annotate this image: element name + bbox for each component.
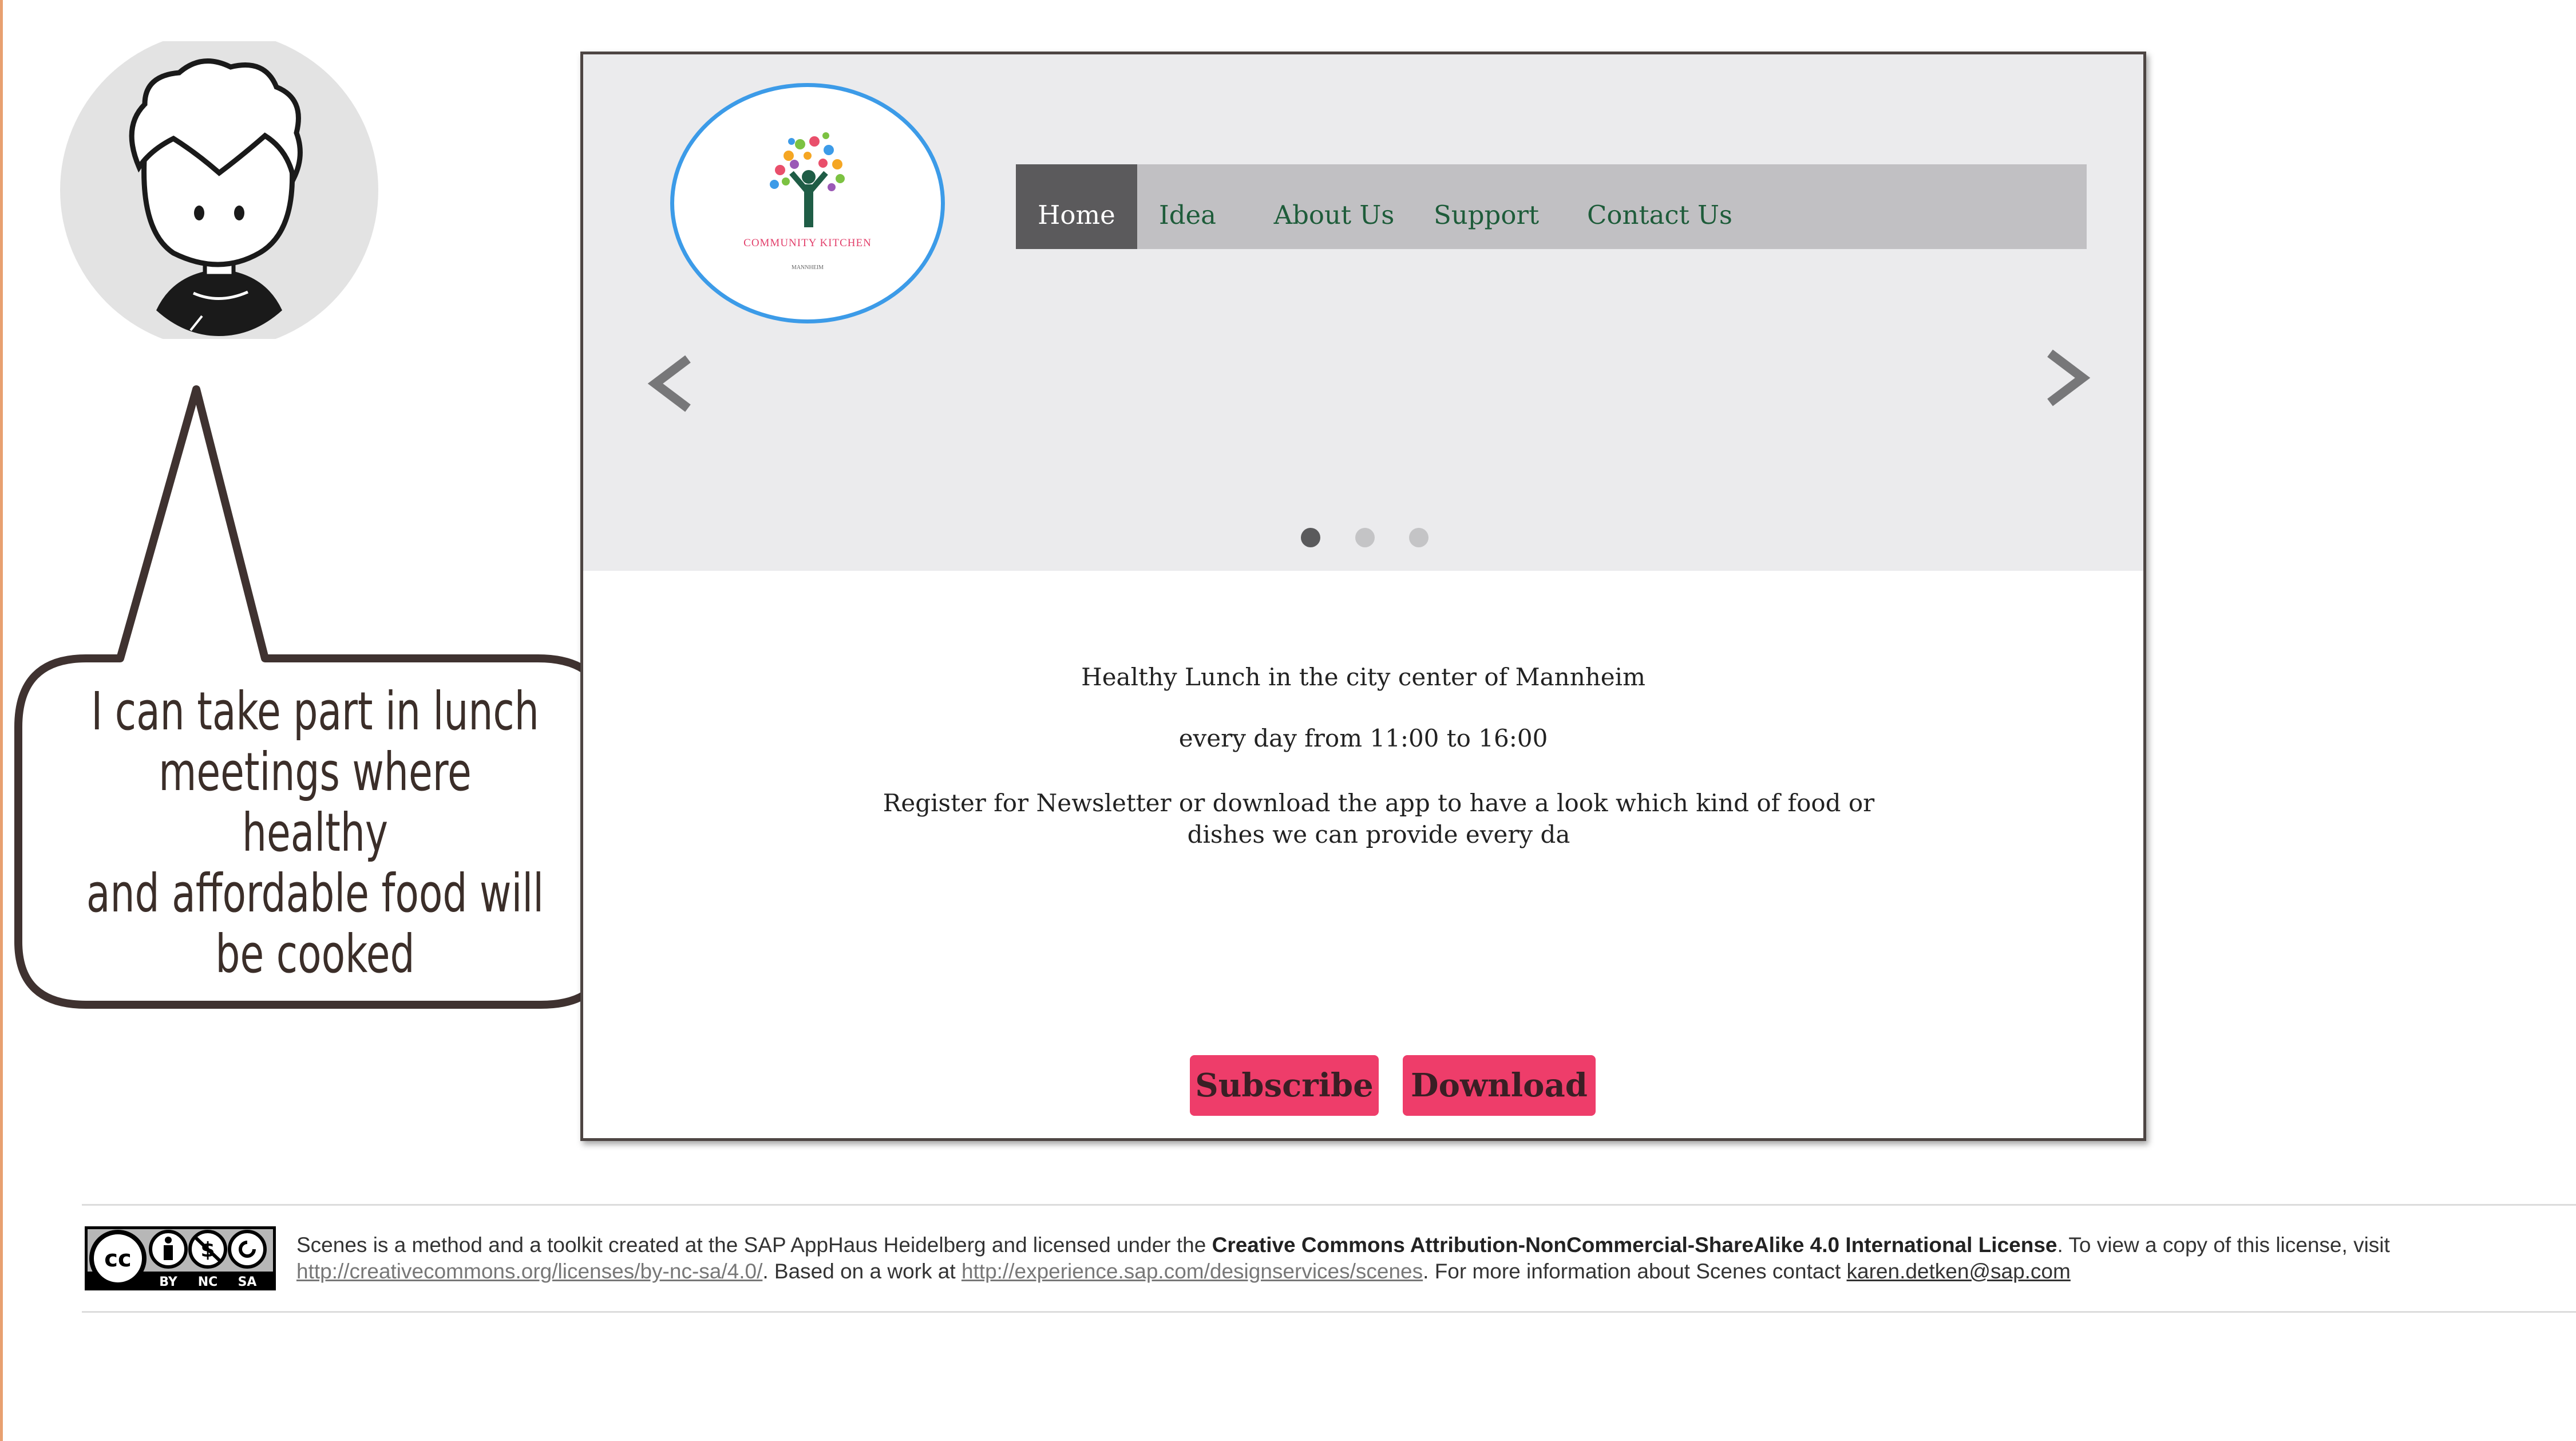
logo-caption: COMMUNITY KITCHEN: [743, 237, 872, 249]
subscribe-button[interactable]: Subscribe: [1190, 1055, 1379, 1116]
speech-bubble-text: I can take part in lunch meetings where …: [84, 681, 547, 985]
hero-carousel: COMMUNITY KITCHEN MANNHEIM Home Idea Abo…: [583, 54, 2143, 571]
license-notice: Scenes is a method and a toolkit created…: [296, 1232, 2517, 1285]
footer-divider-top: [82, 1204, 2576, 1206]
download-button[interactable]: Download: [1403, 1055, 1596, 1116]
footer-text: . To view a copy of this license, visit: [2057, 1233, 2390, 1257]
cc-badge-label: SA: [238, 1275, 257, 1289]
website-mockup: COMMUNITY KITCHEN MANNHEIM Home Idea Abo…: [580, 52, 2146, 1141]
bubble-line: and affordable food will: [86, 863, 544, 924]
footer-text: . Based on a work at: [762, 1260, 961, 1283]
cc-badge-label: BY: [159, 1275, 178, 1289]
chevron-left-icon[interactable]: [645, 352, 697, 415]
logo-subcaption: MANNHEIM: [791, 264, 824, 271]
main-nav: Home Idea About Us Support Contact Us: [1016, 164, 2087, 249]
carousel-dot-1[interactable]: [1301, 528, 1320, 547]
cc-badge-label: NC: [198, 1275, 218, 1289]
license-name: Creative Commons Attribution-NonCommerci…: [1212, 1233, 2057, 1257]
nav-item-about-us[interactable]: About Us: [1265, 164, 1403, 249]
carousel-dot-2[interactable]: [1355, 528, 1375, 547]
svg-text:cc: cc: [104, 1246, 131, 1272]
nav-item-contact-us[interactable]: Contact Us: [1580, 164, 1740, 249]
contact-email-link[interactable]: karen.detken@sap.com: [1847, 1260, 2071, 1283]
footer-text: . For more information about Scenes cont…: [1423, 1260, 1847, 1283]
bubble-line: be cooked: [215, 923, 415, 985]
tree-icon: [770, 132, 845, 227]
nav-item-support[interactable]: Support: [1429, 164, 1544, 249]
description-line: Register for Newsletter or download the …: [883, 789, 1875, 817]
work-link[interactable]: http://experience.sap.com/designservices…: [961, 1260, 1423, 1283]
carousel-dot-3[interactable]: [1409, 528, 1429, 547]
chevron-right-icon[interactable]: [2041, 346, 2093, 409]
footer-text: Scenes is a method and a toolkit created…: [296, 1233, 1212, 1257]
nav-item-idea[interactable]: Idea: [1152, 164, 1223, 249]
community-kitchen-logo[interactable]: COMMUNITY KITCHEN MANNHEIM: [670, 83, 945, 323]
nav-item-home[interactable]: Home: [1016, 164, 1137, 249]
bubble-line: meetings where healthy: [159, 741, 472, 863]
cc-license-badge[interactable]: cc $ BY NC SA: [85, 1226, 276, 1290]
description: Register for Newsletter or download the …: [858, 787, 1900, 850]
description-line: dishes we can provide every da: [1187, 820, 1570, 848]
footer-divider-bottom: [82, 1311, 2576, 1313]
headline: Healthy Lunch in the city center of Mann…: [1081, 663, 1645, 691]
bubble-line: I can take part in lunch: [91, 681, 539, 742]
license-link[interactable]: http://creativecommons.org/licenses/by-n…: [296, 1260, 762, 1283]
opening-hours: every day from 11:00 to 16:00: [1178, 724, 1548, 752]
